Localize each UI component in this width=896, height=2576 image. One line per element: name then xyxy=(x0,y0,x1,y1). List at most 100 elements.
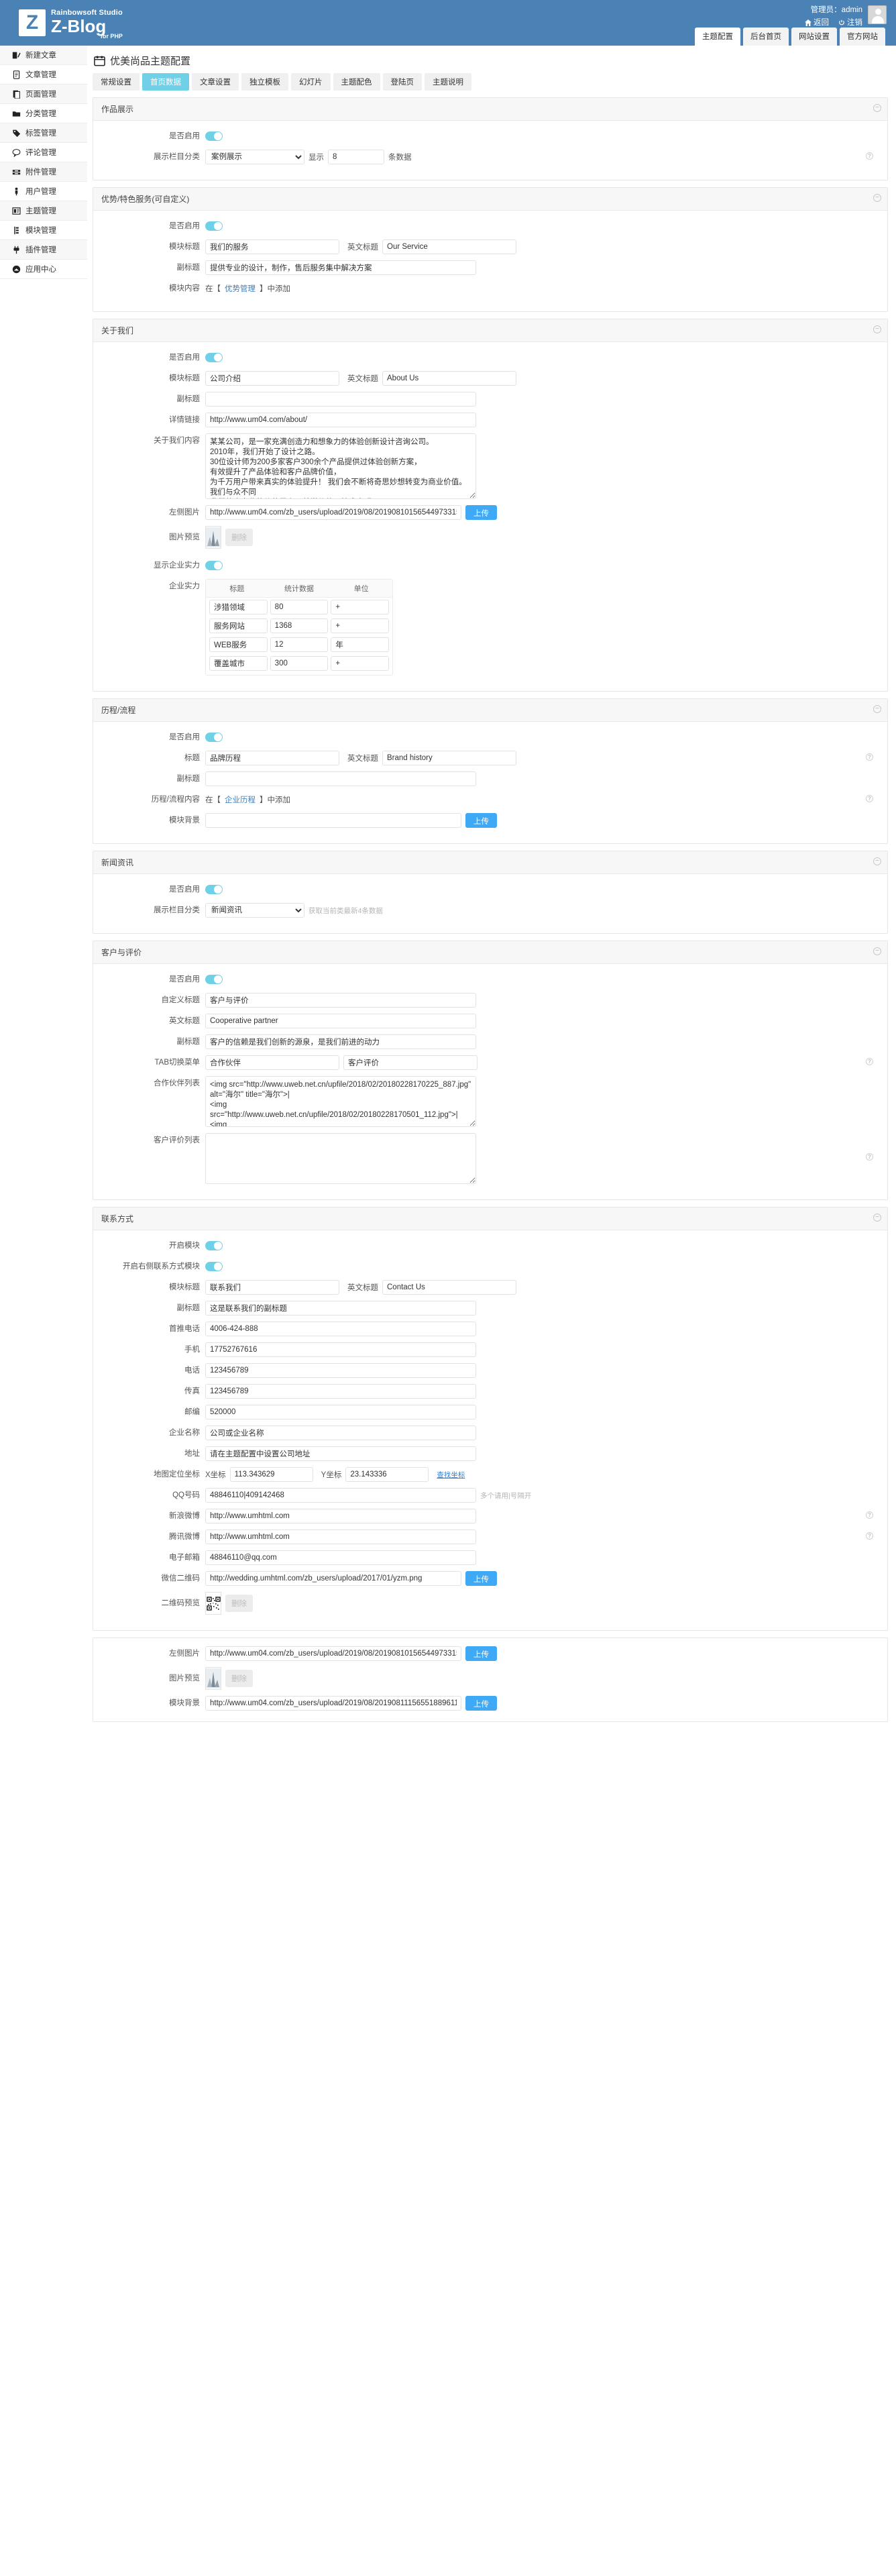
strength-title-input[interactable] xyxy=(209,656,268,671)
sidebar-item-user-manage[interactable]: 用户管理 xyxy=(0,182,87,201)
delete-button[interactable]: 删除 xyxy=(225,529,253,546)
news-category-select[interactable]: 新闻资讯 xyxy=(205,903,304,918)
contact-hotline-input[interactable] xyxy=(205,1322,476,1336)
collapse-icon[interactable]: − xyxy=(873,947,881,955)
collapse-icon[interactable]: − xyxy=(873,194,881,202)
strength-enable-toggle[interactable] xyxy=(205,561,223,570)
collapse-icon[interactable]: − xyxy=(873,104,881,112)
service-en-title-input[interactable] xyxy=(382,239,516,254)
contact-qq-input[interactable] xyxy=(205,1488,476,1503)
strength-unit-input[interactable] xyxy=(331,600,390,614)
sidebar-item-module-manage[interactable]: 模块管理 xyxy=(0,221,87,240)
tab-slideshow[interactable]: 幻灯片 xyxy=(291,73,331,91)
strength-unit-input[interactable] xyxy=(331,656,390,671)
sidebar-item-page-manage[interactable]: 页面管理 xyxy=(0,85,87,104)
service-enable-toggle[interactable] xyxy=(205,221,223,231)
sidebar-item-article-manage[interactable]: 文章管理 xyxy=(0,65,87,85)
advantage-manage-link[interactable]: 优势管理 xyxy=(225,283,256,294)
customers-custom-title-input[interactable] xyxy=(205,993,476,1008)
strength-title-input[interactable] xyxy=(209,637,268,652)
contact-y-coord-input[interactable] xyxy=(345,1467,429,1482)
contact-tel-input[interactable] xyxy=(205,1363,476,1378)
works-count-input[interactable] xyxy=(328,150,384,164)
sidebar-item-new-article[interactable]: 新建文章 xyxy=(0,46,87,65)
contact-mobile-input[interactable] xyxy=(205,1342,476,1357)
strength-unit-input[interactable] xyxy=(331,637,390,652)
review-list-textarea[interactable] xyxy=(205,1133,476,1184)
works-category-select[interactable]: 案例展示 xyxy=(205,150,304,164)
help-icon[interactable]: ? xyxy=(866,1532,873,1540)
contact-wechat-qr-input[interactable] xyxy=(205,1571,461,1586)
find-coordinates-link[interactable]: 查找坐标 xyxy=(437,1470,465,1480)
contact-fax-input[interactable] xyxy=(205,1384,476,1399)
about-subtitle-input[interactable] xyxy=(205,392,476,407)
contact-side-enable-toggle[interactable] xyxy=(205,1262,223,1271)
partner-list-textarea[interactable]: <img src="http://www.uweb.net.cn/upfile/… xyxy=(205,1076,476,1127)
strength-data-input[interactable] xyxy=(270,637,329,652)
help-icon[interactable]: ? xyxy=(866,1511,873,1519)
contact-x-coord-input[interactable] xyxy=(229,1467,313,1482)
strength-data-input[interactable] xyxy=(270,619,329,633)
bottom-bg-input[interactable] xyxy=(205,1696,461,1711)
tab-standalone-template[interactable]: 独立模板 xyxy=(241,73,288,91)
about-detail-link-input[interactable] xyxy=(205,413,476,427)
sidebar-item-app-center[interactable]: 应用中心 xyxy=(0,260,87,279)
sidebar-item-attachment-manage[interactable]: 附件管理 xyxy=(0,162,87,182)
tab-theme-colors[interactable]: 主题配色 xyxy=(333,73,380,91)
upload-button[interactable]: 上传 xyxy=(465,1696,497,1711)
tab-article-settings[interactable]: 文章设置 xyxy=(192,73,239,91)
collapse-icon[interactable]: − xyxy=(873,325,881,333)
strength-title-input[interactable] xyxy=(209,600,268,614)
sidebar-item-theme-manage[interactable]: 主题管理 xyxy=(0,201,87,221)
sidebar-item-plugin-manage[interactable]: 插件管理 xyxy=(0,240,87,260)
about-content-textarea[interactable]: 某某公司，是一家充满创造力和想象力的体验创新设计咨询公司。 2010年，我们开始… xyxy=(205,433,476,499)
collapse-icon[interactable]: − xyxy=(873,857,881,865)
contact-enable-toggle[interactable] xyxy=(205,1241,223,1250)
upload-button[interactable]: 上传 xyxy=(465,1571,497,1586)
upload-button[interactable]: 上传 xyxy=(465,1646,497,1661)
tab-general-settings[interactable]: 常规设置 xyxy=(93,73,139,91)
contact-module-title-input[interactable] xyxy=(205,1280,339,1295)
customers-en-title-input[interactable] xyxy=(205,1014,476,1028)
customers-enable-toggle[interactable] xyxy=(205,975,223,984)
top-nav-tab-theme-config[interactable]: 主题配置 xyxy=(695,28,740,46)
tab-home-data[interactable]: 首页数据 xyxy=(142,73,189,91)
top-nav-tab-dashboard[interactable]: 后台首页 xyxy=(743,28,789,46)
top-nav-tab-official-site[interactable]: 官方网站 xyxy=(840,28,885,46)
customers-subtitle-input[interactable] xyxy=(205,1034,476,1049)
history-bg-input[interactable] xyxy=(205,813,461,828)
contact-sina-input[interactable] xyxy=(205,1509,476,1523)
news-enable-toggle[interactable] xyxy=(205,885,223,894)
help-icon[interactable]: ? xyxy=(866,1153,873,1161)
strength-title-input[interactable] xyxy=(209,619,268,633)
contact-zip-input[interactable] xyxy=(205,1405,476,1419)
help-icon[interactable]: ? xyxy=(866,753,873,761)
sidebar-item-tag-manage[interactable]: 标签管理 xyxy=(0,123,87,143)
help-icon[interactable]: ? xyxy=(866,1058,873,1065)
history-enable-toggle[interactable] xyxy=(205,733,223,742)
contact-address-input[interactable] xyxy=(205,1446,476,1461)
about-module-title-input[interactable] xyxy=(205,371,339,386)
collapse-icon[interactable]: − xyxy=(873,705,881,713)
contact-company-input[interactable] xyxy=(205,1426,476,1440)
delete-button[interactable]: 删除 xyxy=(225,1595,253,1612)
top-nav-tab-site-settings[interactable]: 网站设置 xyxy=(791,28,837,46)
sidebar-item-category-manage[interactable]: 分类管理 xyxy=(0,104,87,123)
tab-login-page[interactable]: 登陆页 xyxy=(382,73,422,91)
help-icon[interactable]: ? xyxy=(866,152,873,160)
contact-subtitle-input[interactable] xyxy=(205,1301,476,1316)
about-enable-toggle[interactable] xyxy=(205,353,223,362)
contact-tencent-input[interactable] xyxy=(205,1529,476,1544)
tab-theme-description[interactable]: 主题说明 xyxy=(425,73,471,91)
sidebar-item-comment-manage[interactable]: 评论管理 xyxy=(0,143,87,162)
contact-en-title-input[interactable] xyxy=(382,1280,516,1295)
strength-unit-input[interactable] xyxy=(331,619,390,633)
upload-button[interactable]: 上传 xyxy=(465,505,497,520)
history-title-input[interactable] xyxy=(205,751,339,765)
about-en-title-input[interactable] xyxy=(382,371,516,386)
collapse-icon[interactable]: − xyxy=(873,1214,881,1222)
contact-email-input[interactable] xyxy=(205,1550,476,1565)
upload-button[interactable]: 上传 xyxy=(465,813,497,828)
delete-button[interactable]: 删除 xyxy=(225,1670,253,1687)
service-subtitle-input[interactable] xyxy=(205,260,476,275)
